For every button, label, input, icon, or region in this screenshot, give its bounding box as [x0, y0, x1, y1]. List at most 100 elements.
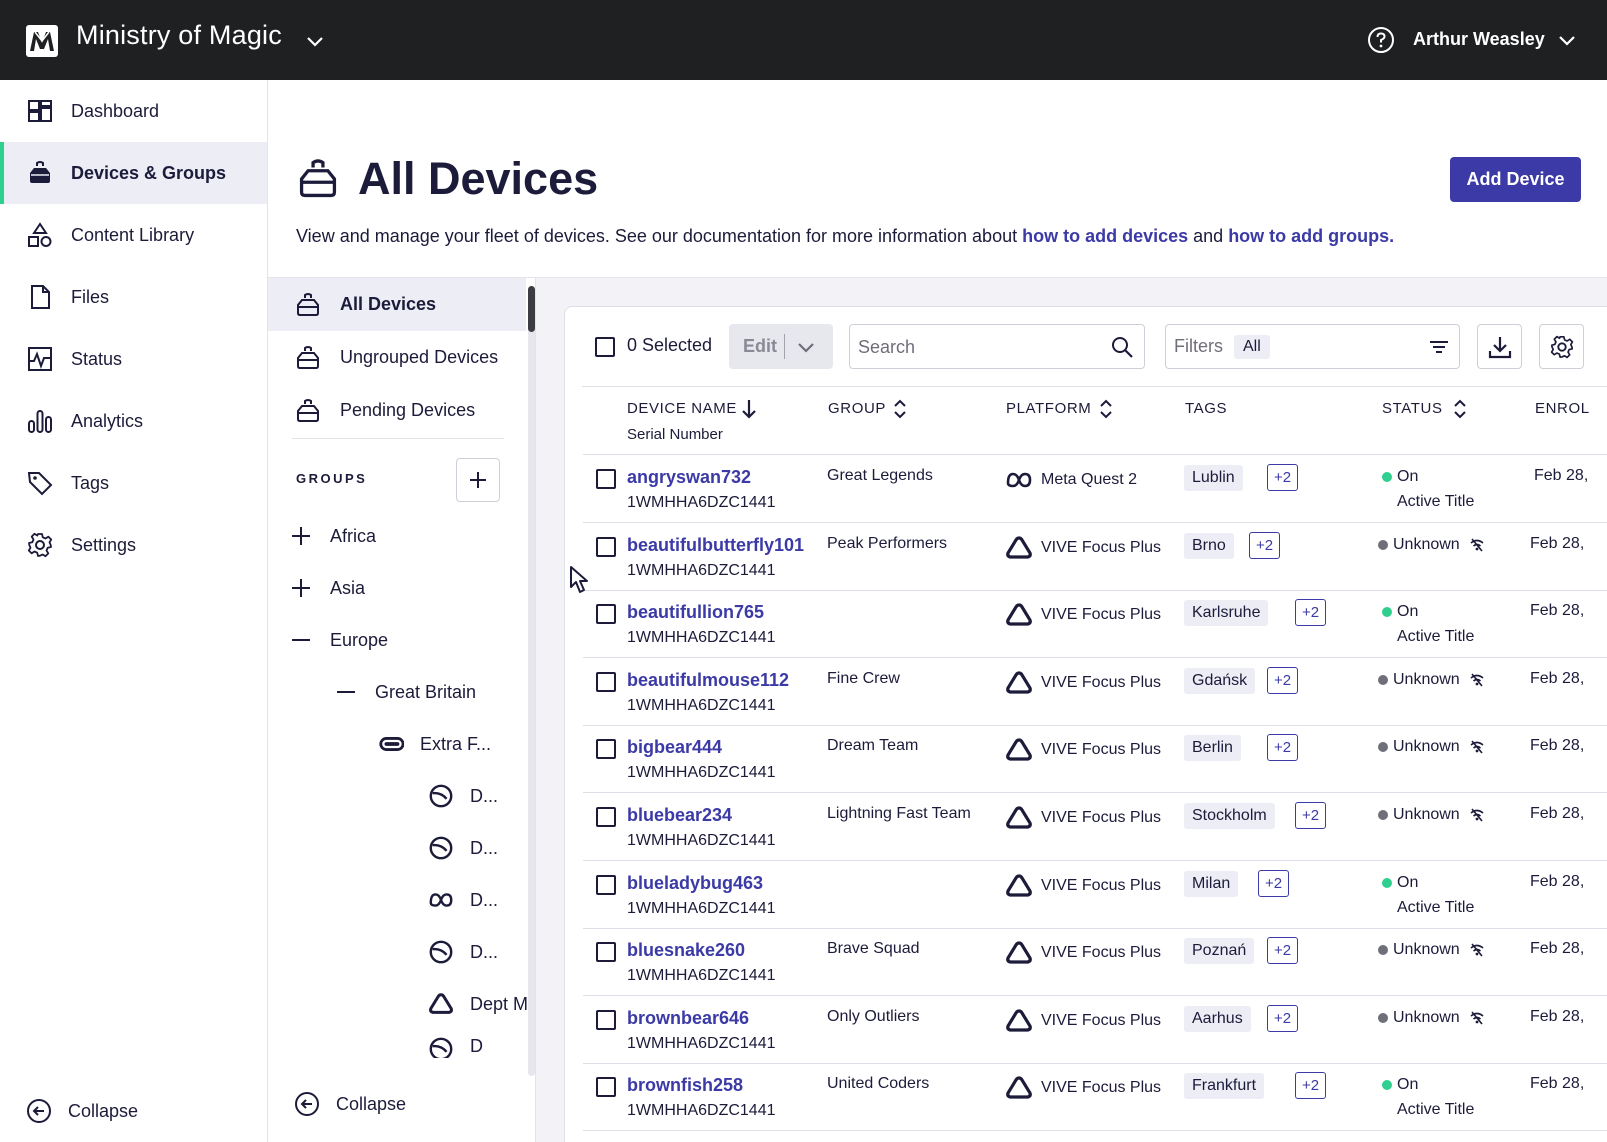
org-name[interactable]: Ministry of Magic [76, 20, 282, 51]
tree-item-dept[interactable]: Dept M [428, 984, 528, 1024]
table-row[interactable]: blueladybug463 1WMHHA6DZC1441 VIVE Focus P… [583, 861, 1607, 929]
table-settings-button[interactable] [1539, 324, 1584, 369]
sort-icon[interactable] [1450, 397, 1470, 421]
help-icon[interactable] [1367, 26, 1395, 54]
groups-scrollbar[interactable] [528, 286, 535, 1076]
nav-item-files[interactable]: Files [0, 266, 267, 328]
column-header-group[interactable]: GROUP [828, 387, 988, 455]
more-tags-button[interactable]: +2 [1267, 1004, 1299, 1032]
sort-descending-icon[interactable] [739, 397, 759, 421]
tree-item-device[interactable]: D... [428, 776, 498, 816]
tree-item-europe[interactable]: Europe [288, 620, 388, 660]
tag-chip[interactable]: Brno [1184, 532, 1234, 559]
add-device-button[interactable]: Add Device [1450, 157, 1581, 202]
table-row[interactable]: bluebear234 1WMHHA6DZC1441 Lightning Fast … [583, 793, 1607, 861]
nav-item-dashboard[interactable]: Dashboard [0, 80, 267, 142]
tree-item-device[interactable]: D... [428, 932, 498, 972]
tree-item-device[interactable]: D... [428, 828, 498, 868]
tag-chip[interactable]: Lublin [1184, 465, 1243, 491]
nav-collapse-button[interactable]: Collapse [26, 1098, 138, 1124]
sort-icon[interactable] [890, 397, 910, 421]
more-tags-button[interactable]: +2 [1295, 599, 1327, 627]
user-chevron-down-icon[interactable] [1556, 29, 1578, 51]
more-tags-button[interactable]: +2 [1258, 869, 1290, 897]
device-name-link[interactable]: bluebear234 [627, 805, 732, 826]
expand-plus-icon[interactable] [288, 523, 314, 549]
sort-icon[interactable] [1096, 397, 1116, 421]
row-checkbox[interactable] [596, 1009, 616, 1030]
row-checkbox[interactable] [596, 469, 616, 489]
nav-item-devices-groups[interactable]: Devices & Groups [0, 142, 267, 204]
nav-item-settings[interactable]: Settings [0, 514, 267, 576]
device-name-link[interactable]: beautifulbutterfly101 [627, 535, 804, 556]
group-pending-devices[interactable]: Pending Devices [268, 384, 526, 437]
device-name-link[interactable]: beautifulmouse112 [627, 670, 789, 691]
row-checkbox[interactable] [596, 604, 616, 625]
select-all-checkbox[interactable] [595, 337, 615, 357]
device-name-link[interactable]: brownfish258 [627, 1075, 743, 1096]
tag-chip[interactable]: Berlin [1184, 735, 1241, 762]
column-header-status[interactable]: STATUS [1382, 387, 1522, 455]
table-row[interactable]: bigbear444 1WMHHA6DZC1441 Dream Team VIVE F… [583, 725, 1607, 794]
device-name-link[interactable]: angryswan732 [627, 467, 751, 488]
tree-item-device[interactable]: D... [428, 880, 498, 920]
tag-chip[interactable]: Milan [1184, 870, 1239, 897]
more-tags-button[interactable]: +2 [1295, 802, 1327, 829]
tree-item-great-britain[interactable]: Great Britain [333, 672, 476, 712]
column-header-tags[interactable]: TAGS [1185, 387, 1345, 455]
tree-item-asia[interactable]: Asia [288, 568, 365, 608]
org-chevron-down-icon[interactable] [304, 30, 326, 52]
tag-chip[interactable]: Poznań [1184, 938, 1255, 965]
device-name-link[interactable]: beautifullion765 [627, 602, 764, 623]
download-button[interactable] [1477, 324, 1522, 369]
ministry-logo-icon[interactable] [26, 25, 58, 57]
table-row[interactable]: bluesnake260 1WMHHA6DZC1441 Brave Squad VIV… [583, 928, 1607, 997]
table-row[interactable]: beautifulmouse112 1WMHHA6DZC1441 Fine Crew… [583, 658, 1607, 726]
filters-dropdown[interactable]: Filters All [1165, 324, 1460, 369]
nav-item-content-library[interactable]: Content Library [0, 204, 267, 266]
device-name-link[interactable]: bigbear444 [627, 737, 722, 758]
row-checkbox[interactable] [596, 536, 616, 557]
search-icon[interactable] [1110, 335, 1134, 359]
collapse-minus-icon[interactable] [288, 627, 314, 653]
more-tags-button[interactable]: +2 [1267, 464, 1299, 491]
how-to-add-devices-link[interactable]: how to add devices [1022, 226, 1188, 246]
column-header-device-name[interactable]: DEVICE NAME Serial Number [627, 387, 807, 455]
row-checkbox[interactable] [596, 739, 616, 760]
table-row[interactable]: beautifullion765 1WMHHA6DZC1441 VIVE Focus… [583, 590, 1607, 659]
tag-chip[interactable]: Frankfurt [1184, 1073, 1265, 1100]
nav-item-status[interactable]: Status [0, 328, 267, 390]
column-header-platform[interactable]: PLATFORM [1006, 387, 1166, 455]
search-box[interactable] [849, 324, 1145, 369]
row-checkbox[interactable] [596, 1077, 616, 1098]
row-checkbox[interactable] [596, 874, 616, 895]
tag-chip[interactable]: Gdańsk [1184, 667, 1256, 694]
table-row[interactable]: beautifulbutterfly101 1WMHHA6DZC1441 Peak … [583, 523, 1607, 591]
tree-item-extra[interactable]: Extra F... [378, 724, 491, 764]
table-row[interactable]: brownbear646 1WMHHA6DZC1441 Only Outliers V… [583, 996, 1607, 1064]
table-row[interactable]: angryswan732 1WMHHA6DZC1441 Great Legends M… [583, 455, 1607, 523]
row-checkbox[interactable] [596, 671, 616, 692]
collapse-minus-icon[interactable] [333, 679, 359, 705]
how-to-add-groups-link[interactable]: how to add groups [1228, 226, 1389, 246]
group-ungrouped-devices[interactable]: Ungrouped Devices [268, 331, 526, 384]
nav-item-analytics[interactable]: Analytics [0, 390, 267, 452]
edit-dropdown[interactable]: Edit [729, 324, 833, 369]
device-name-link[interactable]: brownbear646 [627, 1008, 749, 1029]
group-all-devices[interactable]: All Devices [268, 278, 526, 331]
expand-plus-icon[interactable] [288, 575, 314, 601]
row-checkbox[interactable] [596, 942, 616, 963]
device-name-link[interactable]: blueladybug463 [627, 873, 763, 894]
table-row[interactable]: brownfish258 1WMHHA6DZC1441 United Coders V… [583, 1063, 1607, 1132]
nav-item-tags[interactable]: Tags [0, 452, 267, 514]
column-header-enrolled[interactable]: ENROL [1535, 387, 1607, 455]
search-input[interactable] [858, 335, 1098, 359]
tree-item-africa[interactable]: Africa [288, 516, 376, 556]
row-checkbox[interactable] [596, 807, 616, 827]
tag-chip[interactable]: Aarhus [1184, 1005, 1251, 1032]
groups-scrollbar-thumb[interactable] [528, 286, 535, 332]
more-tags-button[interactable]: +2 [1267, 734, 1299, 762]
groups-collapse-button[interactable]: Collapse [294, 1091, 406, 1117]
more-tags-button[interactable]: +2 [1267, 937, 1299, 965]
tree-item-device[interactable]: D [428, 1036, 483, 1058]
